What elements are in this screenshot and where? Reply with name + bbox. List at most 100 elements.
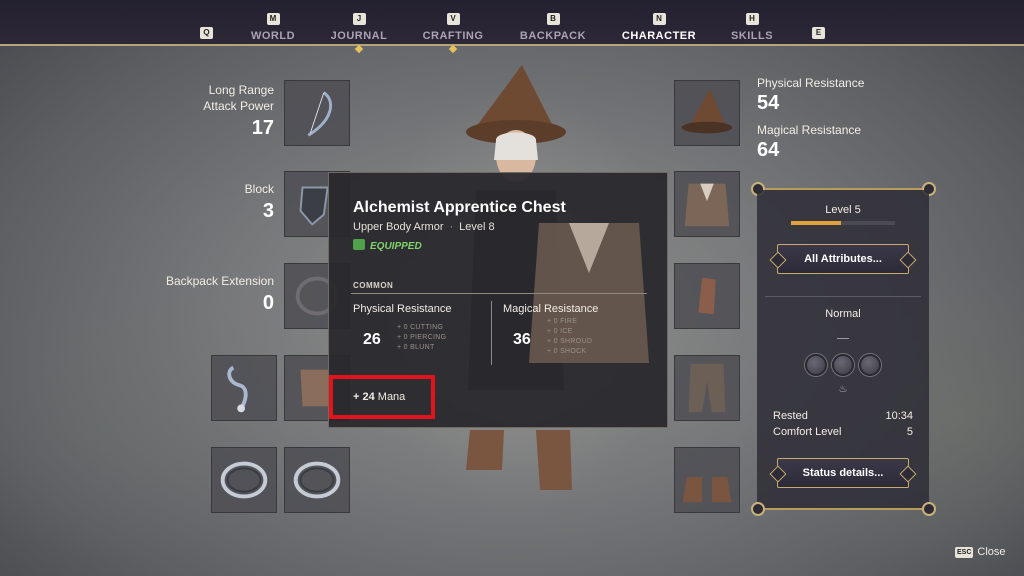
- bracers-slot[interactable]: [674, 263, 740, 329]
- stat-label: Backpack Extension: [165, 274, 274, 288]
- stat-long-range-attack: Long Range Attack Power 17: [203, 82, 274, 142]
- sub-resistance: + 0 CUTTING: [397, 324, 444, 331]
- comfort-value: 5: [906, 426, 913, 438]
- equipped-label: EQUIPPED: [370, 241, 422, 252]
- xp-progress-fill: [791, 221, 841, 225]
- mana-bonus: + 24 Mana: [353, 391, 405, 403]
- all-attributes-button[interactable]: All Attributes...: [777, 244, 909, 274]
- tab-crafting[interactable]: V CRAFTING: [408, 8, 498, 54]
- tab-skills[interactable]: H SKILLS: [707, 8, 797, 42]
- amulet-icon: [227, 365, 248, 413]
- helmet-slot[interactable]: [674, 80, 740, 146]
- character-level: Level 5: [825, 204, 861, 216]
- comfort-row: Comfort Level 5: [773, 426, 913, 438]
- item-rarity: COMMON: [353, 281, 394, 290]
- sub-resistance: + 0 ICE: [547, 328, 573, 335]
- ring-slot-1[interactable]: [211, 447, 277, 513]
- divider: [491, 301, 492, 365]
- ring-slot-2[interactable]: [284, 447, 350, 513]
- magical-resistance-value: 64: [757, 139, 780, 161]
- mana-bonus-value: + 24: [353, 391, 375, 403]
- shirt-icon: [353, 239, 365, 250]
- tab-world-label: WORLD: [250, 30, 296, 42]
- rested-label: Rested: [773, 410, 808, 422]
- magical-resistance-title: Magical Resistance: [503, 303, 599, 315]
- sub-resistance: + 0 FIRE: [547, 318, 578, 325]
- buff-slot-icon: [859, 354, 881, 376]
- stat-value: 17: [251, 117, 274, 139]
- wizard-hat-icon: [681, 88, 733, 134]
- panel-bottom-rule: [752, 508, 932, 510]
- item-type: Upper Body Armor: [353, 221, 444, 233]
- stat-label: Attack Power: [203, 99, 274, 113]
- sub-resistance: + 0 PIERCING: [397, 334, 447, 341]
- tab-journal[interactable]: J JOURNAL: [314, 8, 404, 54]
- buff-slot-icon: [805, 354, 827, 376]
- tab-skills-label: SKILLS: [730, 30, 774, 42]
- stat-label: Block: [244, 182, 274, 196]
- notification-dot: [448, 44, 458, 54]
- character-status-panel: Level 5 All Attributes... Normal ♨ Reste…: [757, 190, 929, 508]
- tab-journal-label: JOURNAL: [330, 30, 388, 42]
- tab-crafting-label: CRAFTING: [422, 30, 484, 42]
- physical-resistance-block: Physical Resistance 26 + 0 CUTTING + 0 P…: [353, 303, 452, 351]
- campfire-icon: ♨: [838, 384, 848, 395]
- pants-icon: [688, 363, 726, 413]
- ranged-weapon-slot[interactable]: [284, 80, 350, 146]
- amulet-slot[interactable]: [211, 355, 277, 421]
- legs-slot[interactable]: [674, 355, 740, 421]
- item-name: Alchemist Apprentice Chest: [353, 199, 566, 216]
- bow-icon: [307, 91, 333, 137]
- ornament-knob: [922, 502, 936, 516]
- stat-value: 0: [262, 292, 274, 314]
- physical-resistance-label: Physical Resistance: [757, 76, 865, 90]
- tab-world[interactable]: M WORLD: [228, 8, 318, 42]
- physical-resistance-total: Physical Resistance 54: [757, 76, 864, 116]
- close-label: Close: [977, 546, 1006, 558]
- tab-backpack[interactable]: B BACKPACK: [508, 8, 598, 42]
- chest-slot[interactable]: [674, 171, 740, 237]
- esc-key: ESC: [955, 547, 974, 558]
- magical-resistance-value: 36: [513, 331, 531, 348]
- notification-dot: [354, 44, 364, 54]
- item-tooltip: Alchemist Apprentice Chest Upper Body Ar…: [328, 172, 668, 428]
- tab-character-label: CHARACTER: [621, 30, 697, 42]
- buff-slot-icon: [832, 354, 854, 376]
- status-details-button[interactable]: Status details...: [777, 458, 909, 488]
- sub-resistance: + 0 BLUNT: [397, 344, 435, 351]
- divider: [837, 338, 849, 339]
- item-level: Level 8: [459, 221, 495, 233]
- physical-resistance-value: 54: [757, 92, 780, 114]
- stat-value: 3: [262, 200, 274, 222]
- ring-icon: [220, 461, 268, 499]
- stat-block: Block 3: [245, 181, 274, 225]
- ornament-knob: [751, 502, 765, 516]
- boots-slot[interactable]: [674, 447, 740, 513]
- stat-backpack-extension: Backpack Extension 0: [166, 273, 274, 317]
- separator: ·: [449, 221, 454, 233]
- comfort-label: Comfort Level: [773, 426, 842, 438]
- tab-character-key: N: [652, 13, 666, 25]
- top-nav-bar: Q M WORLD J JOURNAL V CRAFTING B BACKPAC…: [0, 0, 1024, 54]
- physical-resistance-title: Physical Resistance: [353, 303, 452, 315]
- magical-resistance-block: Magical Resistance 36 + 0 FIRE + 0 ICE +…: [503, 303, 599, 355]
- magical-resistance-label: Magical Resistance: [757, 123, 862, 137]
- stat-label: Long Range: [208, 83, 274, 97]
- next-tab-key[interactable]: E: [812, 27, 825, 39]
- tab-crafting-key: V: [446, 13, 460, 25]
- rested-timer: 10:34: [885, 410, 913, 422]
- difficulty-mode: Normal: [825, 308, 861, 320]
- bracer-icon: [698, 277, 716, 315]
- prev-tab-key[interactable]: Q: [200, 27, 213, 39]
- equipped-badge: EQUIPPED: [353, 239, 422, 252]
- physical-resistance-value: 26: [363, 331, 381, 348]
- boots-icon: [682, 477, 732, 503]
- physical-subresistances: + 0 CUTTING + 0 PIERCING + 0 BLUNT: [397, 323, 446, 353]
- mana-bonus-highlight: + 24 Mana: [329, 375, 435, 419]
- tab-skills-key: H: [745, 13, 759, 25]
- close-button[interactable]: ESC Close: [955, 546, 1006, 558]
- chest-armor-icon: [684, 183, 730, 227]
- sub-resistance: + 0 SHROUD: [547, 338, 593, 345]
- xp-progress-bar: [791, 221, 895, 225]
- tab-character[interactable]: N CHARACTER: [614, 8, 704, 42]
